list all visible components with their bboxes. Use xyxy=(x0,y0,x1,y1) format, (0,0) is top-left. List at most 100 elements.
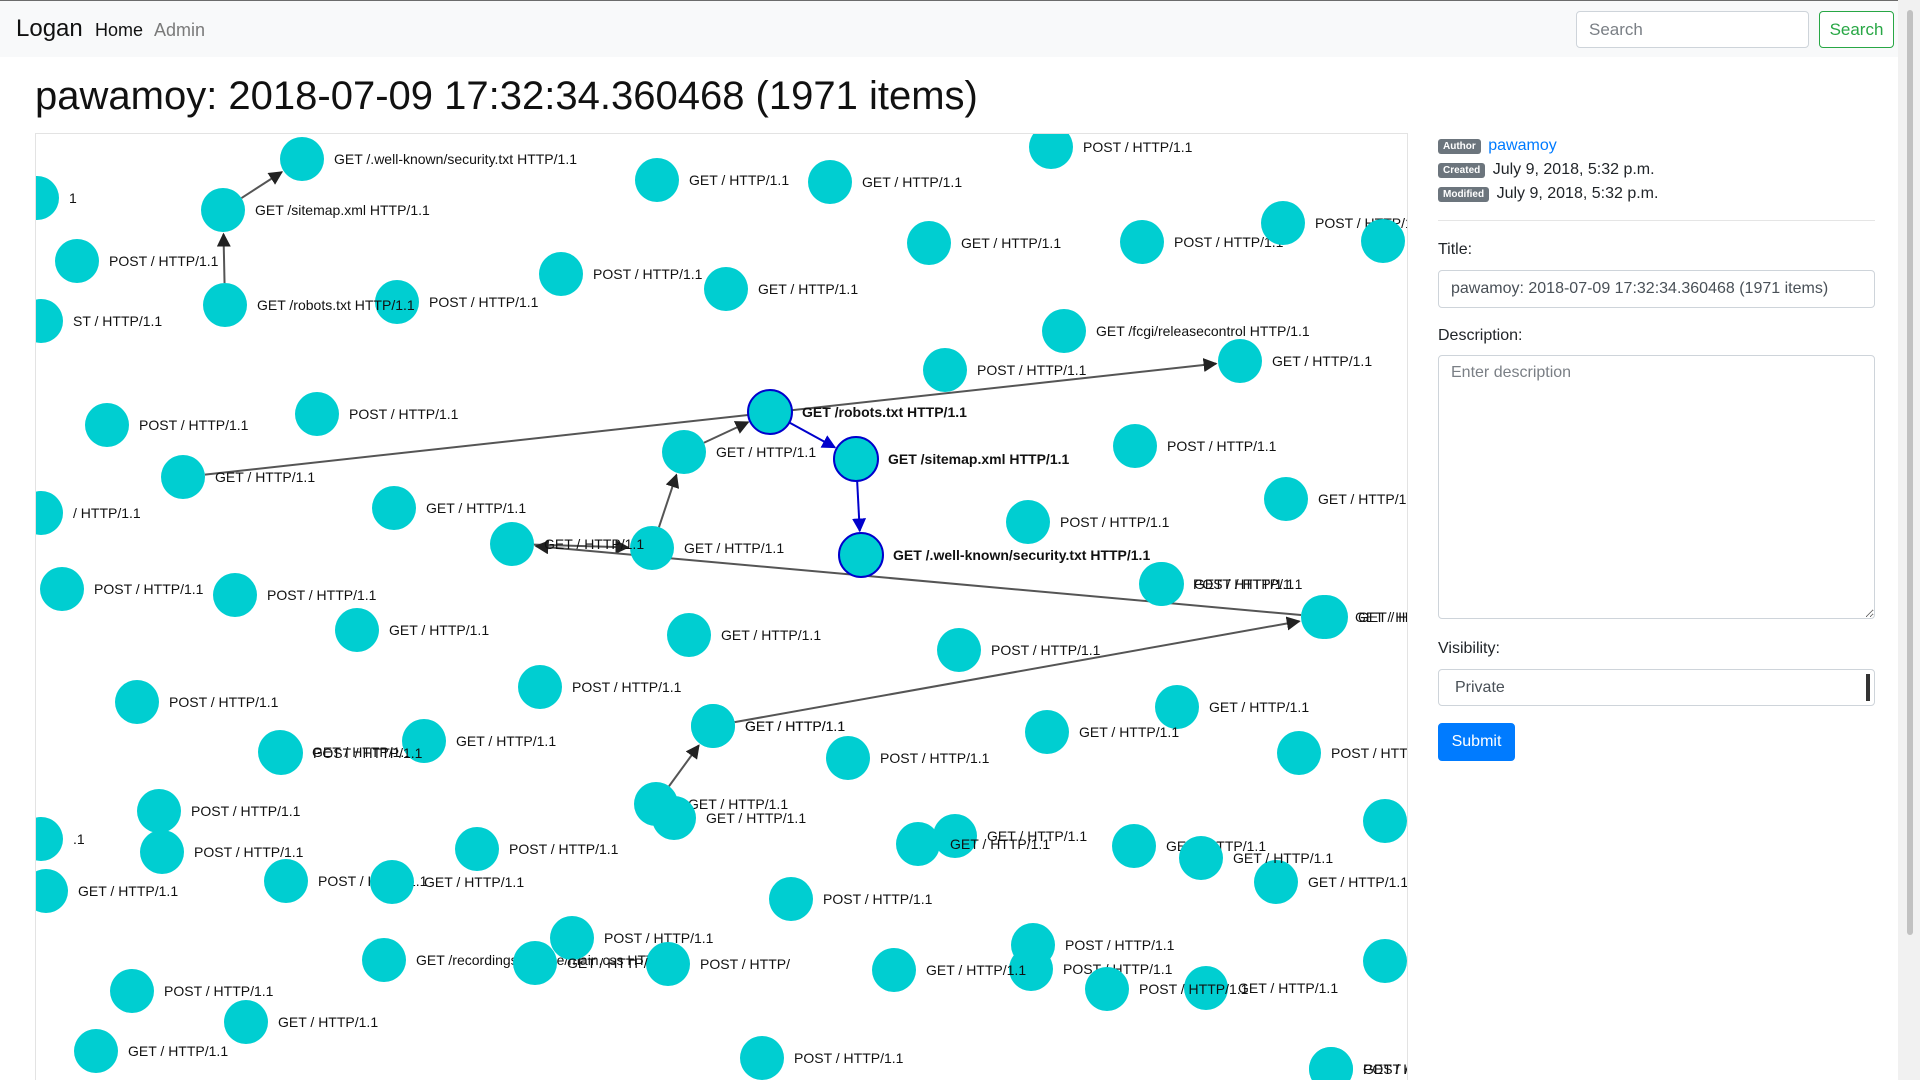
graph-node[interactable]: GET / HTTP/1.1 xyxy=(872,948,1026,992)
graph-node[interactable]: GET / HTTP/1.1 xyxy=(907,221,1061,265)
nav-link-admin[interactable]: Admin xyxy=(154,20,205,41)
graph-node-circle[interactable] xyxy=(1304,595,1348,639)
graph-node-circle[interactable] xyxy=(662,430,706,474)
graph-node[interactable]: GET / HTTP/1.1 xyxy=(704,267,858,311)
graph-node-circle[interactable] xyxy=(513,941,557,985)
graph-node-circle[interactable] xyxy=(224,1000,268,1044)
graph-node-circle[interactable] xyxy=(704,267,748,311)
graph-node-selected[interactable]: GET /sitemap.xml HTTP/1.1 xyxy=(833,436,1069,482)
request-graph[interactable]: GET /.well-known/security.txt HTTP/1.1 GE… xyxy=(35,133,1408,1080)
graph-node[interactable]: GET / HTTP/1.1 xyxy=(1264,477,1408,521)
graph-node[interactable]: 1.1 xyxy=(1363,939,1408,983)
graph-node[interactable]: GET / HTTP/1.1 xyxy=(335,608,489,652)
visibility-select[interactable]: Private xyxy=(1438,669,1875,706)
graph-node-circle[interactable] xyxy=(161,455,205,499)
graph-node-circle[interactable] xyxy=(1261,201,1305,245)
page-scrollbar-thumb[interactable] xyxy=(1907,10,1913,935)
graph-node-circle[interactable] xyxy=(1254,860,1298,904)
graph-node-circle[interactable] xyxy=(372,486,416,530)
graph-node[interactable]: POST / HTTP/1.1 xyxy=(1120,220,1284,264)
author-link[interactable]: pawamoy xyxy=(1488,137,1556,154)
request-graph-canvas[interactable]: GET /.well-known/security.txt HTTP/1.1 GE… xyxy=(36,134,1408,1080)
graph-node-circle[interactable] xyxy=(1309,1047,1353,1080)
graph-node-circle[interactable] xyxy=(539,252,583,296)
graph-node-circle[interactable] xyxy=(36,176,59,220)
graph-node-circle[interactable] xyxy=(259,731,303,775)
graph-node[interactable]: POST / HTTP/1.1 xyxy=(740,1036,904,1080)
graph-node-circle[interactable] xyxy=(36,817,63,861)
graph-node[interactable]: GET / HTTP/1.1 xyxy=(630,526,784,570)
graph-node-circle[interactable] xyxy=(36,491,63,535)
graph-node-circle[interactable] xyxy=(115,680,159,724)
graph-node-circle[interactable] xyxy=(455,827,499,871)
graph-node-selected[interactable]: GET /.well-known/security.txt HTTP/1.1 xyxy=(838,532,1150,578)
graph-node-circle[interactable] xyxy=(1025,710,1069,754)
graph-node[interactable]: GET / HTTP/1.1 xyxy=(1218,339,1372,383)
graph-node-circle[interactable] xyxy=(1277,731,1321,775)
graph-node[interactable]: POST / HTTP/1.1 xyxy=(1029,134,1193,169)
graph-node[interactable]: POST / HTT xyxy=(1277,731,1408,775)
graph-node-circle[interactable] xyxy=(550,916,594,960)
graph-node-circle[interactable] xyxy=(907,221,951,265)
graph-node[interactable]: POST / HTTP/1.1 xyxy=(85,403,249,447)
graph-node[interactable]: GET /.well-known/security.txt HTTP/1.1 xyxy=(280,137,577,181)
graph-node-circle[interactable] xyxy=(769,877,813,921)
search-input[interactable] xyxy=(1576,11,1809,48)
description-field[interactable] xyxy=(1438,355,1875,619)
graph-node-circle[interactable] xyxy=(1363,939,1407,983)
graph-node-circle[interactable] xyxy=(1218,339,1262,383)
graph-node-circle[interactable] xyxy=(747,389,793,435)
graph-node-circle[interactable] xyxy=(937,628,981,672)
graph-node[interactable]: GET / HTTP/1.1 xyxy=(372,486,526,530)
graph-node[interactable]: GET / HTTP/1.1 xyxy=(224,1000,378,1044)
graph-node[interactable]: GET / HTTP/1.1 xyxy=(1025,710,1179,754)
graph-node-circle[interactable] xyxy=(1112,824,1156,868)
graph-node-circle[interactable] xyxy=(1361,219,1405,263)
graph-node-circle[interactable] xyxy=(1011,923,1055,967)
graph-node-circle[interactable] xyxy=(635,158,679,202)
graph-node[interactable]: POST / HTTP/1.1 xyxy=(1006,500,1170,544)
graph-node[interactable]: GET / HTTP/1.1 xyxy=(1309,1047,1408,1080)
graph-node-circle[interactable] xyxy=(36,869,68,913)
nav-link-home[interactable]: Home xyxy=(95,20,143,41)
graph-node[interactable]: POST / HTTP/1.1 xyxy=(55,239,219,283)
graph-node[interactable]: POST / HTTP/1.1 xyxy=(455,827,619,871)
graph-node[interactable]: POST / HTTP/1.1 xyxy=(295,392,459,436)
graph-node-circle[interactable] xyxy=(85,403,129,447)
graph-node-circle[interactable] xyxy=(264,859,308,903)
graph-node[interactable]: POST / HTTP/1.1 xyxy=(40,567,204,611)
graph-node[interactable]: GET / HTTP/1.1 xyxy=(1155,685,1309,729)
graph-node[interactable]: POST / HTTP/1.1 xyxy=(1113,424,1277,468)
graph-node[interactable]: POST / HTTP/1.1 xyxy=(826,736,990,780)
graph-node-circle[interactable] xyxy=(838,532,884,578)
graph-node-circle[interactable] xyxy=(203,283,247,327)
graph-node-selected[interactable]: GET /robots.txt HTTP/1.1 xyxy=(747,389,967,435)
graph-node-circle[interactable] xyxy=(518,665,562,709)
graph-node-circle[interactable] xyxy=(1179,836,1223,880)
graph-node[interactable]: / HTTP/1.1 xyxy=(36,491,141,535)
graph-node[interactable]: GET / HTTP/1.1 xyxy=(662,430,816,474)
graph-node-circle[interactable] xyxy=(74,1029,118,1073)
graph-node[interactable]: POST / HTTP/1.1 xyxy=(923,348,1087,392)
graph-node-circle[interactable] xyxy=(280,137,324,181)
graph-node-circle[interactable] xyxy=(137,789,181,833)
graph-node-circle[interactable] xyxy=(1113,424,1157,468)
graph-node-circle[interactable] xyxy=(1120,220,1164,264)
graph-node[interactable]: ST / HTTP/1.1 xyxy=(36,299,162,343)
graph-node-circle[interactable] xyxy=(36,299,63,343)
graph-node-circle[interactable] xyxy=(40,567,84,611)
submit-button[interactable]: Submit xyxy=(1438,723,1515,761)
graph-node-circle[interactable] xyxy=(110,969,154,1013)
graph-node[interactable]: POST / HTTP/1.1 xyxy=(1363,799,1408,843)
graph-node[interactable]: GET / HTTP/1.1 xyxy=(691,704,845,748)
graph-node[interactable]: GET / HTTP/1.1 xyxy=(74,1029,228,1073)
graph-node-circle[interactable] xyxy=(667,613,711,657)
search-button[interactable]: Search xyxy=(1819,11,1894,48)
graph-node-circle[interactable] xyxy=(872,948,916,992)
graph-node-circle[interactable] xyxy=(833,436,879,482)
graph-node[interactable]: 1 xyxy=(36,176,77,220)
graph-node[interactable]: POST / HTTP/1.1 xyxy=(259,731,423,775)
graph-node[interactable]: GET / HTTP/1.1 xyxy=(370,860,524,904)
graph-node[interactable]: POST / HTTP/1.1 xyxy=(937,628,1101,672)
graph-node[interactable]: POST / HTTP/1.1 xyxy=(769,877,933,921)
